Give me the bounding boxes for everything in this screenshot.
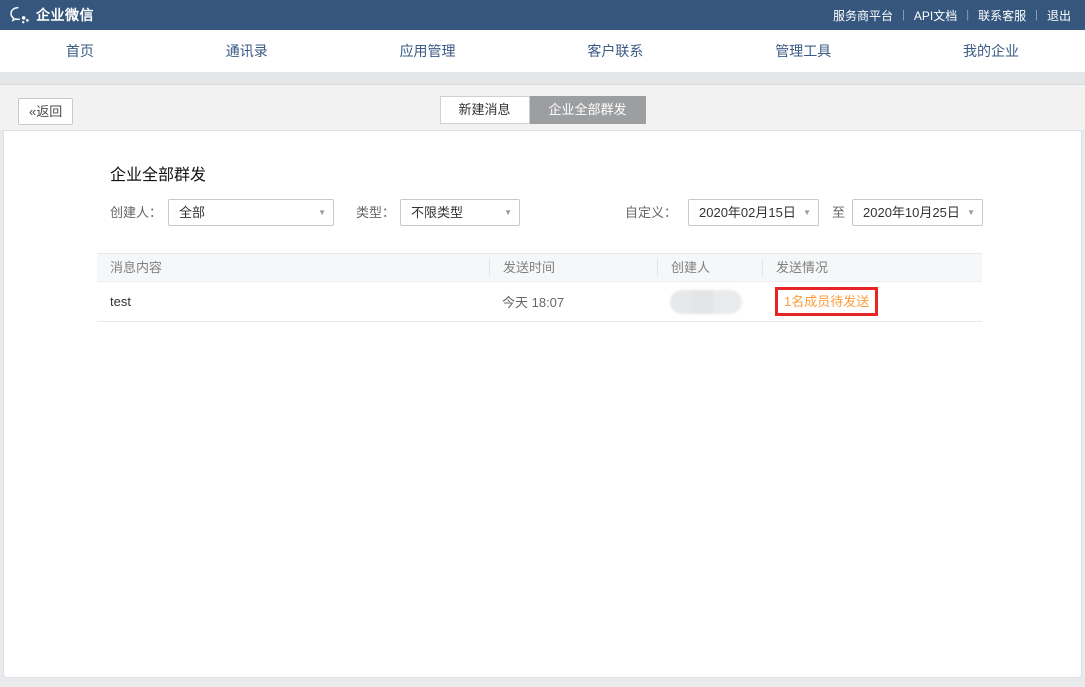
nav-item-app-management[interactable]: 应用管理 xyxy=(400,41,456,61)
main-nav: 首页 通讯录 应用管理 客户联系 管理工具 我的企业 xyxy=(0,30,1085,72)
toolbar: «返回 新建消息 企业全部群发 xyxy=(0,85,1085,130)
date-range-to-label: 至 xyxy=(832,199,845,226)
wechat-work-logo-icon xyxy=(10,6,30,24)
redacted-creator-name xyxy=(670,290,742,314)
send-status-link[interactable]: 1名成员待发送 xyxy=(775,287,878,316)
date-from-select[interactable]: 2020年02月15日 ▼ xyxy=(688,199,819,226)
chevron-down-icon: ▼ xyxy=(967,209,975,217)
custom-range-label: 自定义： xyxy=(625,199,677,226)
table-row: test 今天 18:07 1名成员待发送 xyxy=(97,282,982,322)
creator-filter-label: 创建人： xyxy=(110,199,162,226)
link-contact-support[interactable]: 联系客服 xyxy=(978,7,1026,24)
nav-item-contacts[interactable]: 通讯录 xyxy=(226,41,268,61)
divider: | xyxy=(966,9,969,21)
chevron-down-icon: ▼ xyxy=(803,209,811,217)
broadcast-table: 消息内容 发送时间 创建人 发送情况 test 今天 18:07 1名成员待发送 xyxy=(97,253,982,322)
content-panel: 企业全部群发 创建人： 全部 ▼ 类型： 不限类型 ▼ 自定义： 2020年02… xyxy=(3,130,1082,678)
nav-item-customer-relations[interactable]: 客户联系 xyxy=(587,41,643,61)
header-creator: 创建人 xyxy=(657,259,762,276)
creator-filter-value: 全部 xyxy=(179,200,205,225)
nav-divider-strip xyxy=(0,72,1085,85)
nav-item-home[interactable]: 首页 xyxy=(66,41,94,61)
cell-message-content: test xyxy=(97,294,489,309)
topbar-links: 服务商平台 | API文档 | 联系客服 | 退出 xyxy=(833,7,1071,24)
cell-send-time: 今天 18:07 xyxy=(489,292,657,311)
header-message-content: 消息内容 xyxy=(97,259,489,276)
nav-item-my-company[interactable]: 我的企业 xyxy=(963,41,1019,61)
message-type-tabs: 新建消息 企业全部群发 xyxy=(439,96,645,124)
type-filter-select[interactable]: 不限类型 ▼ xyxy=(400,199,520,226)
app-title: 企业微信 xyxy=(36,5,94,25)
header-send-time: 发送时间 xyxy=(489,259,657,276)
date-to-value: 2020年10月25日 xyxy=(863,200,960,225)
cell-send-status: 1名成员待发送 xyxy=(762,287,982,316)
link-api-docs[interactable]: API文档 xyxy=(914,7,957,24)
link-logout[interactable]: 退出 xyxy=(1047,7,1071,24)
nav-item-management-tools[interactable]: 管理工具 xyxy=(775,41,831,61)
chevron-down-icon: ▼ xyxy=(318,209,326,217)
top-bar: 企业微信 服务商平台 | API文档 | 联系客服 | 退出 xyxy=(0,0,1085,30)
tab-new-message[interactable]: 新建消息 xyxy=(439,96,529,124)
header-send-status: 发送情况 xyxy=(762,259,982,276)
date-from-value: 2020年02月15日 xyxy=(699,200,796,225)
type-filter-value: 不限类型 xyxy=(411,200,463,225)
date-to-select[interactable]: 2020年10月25日 ▼ xyxy=(852,199,983,226)
creator-filter-select[interactable]: 全部 ▼ xyxy=(168,199,334,226)
type-filter-label: 类型： xyxy=(356,199,395,226)
page-title: 企业全部群发 xyxy=(110,161,206,185)
back-button[interactable]: «返回 xyxy=(18,98,73,125)
divider: | xyxy=(1035,9,1038,21)
table-header-row: 消息内容 发送时间 创建人 发送情况 xyxy=(97,253,982,282)
divider: | xyxy=(902,9,905,21)
filter-row: 创建人： 全部 ▼ 类型： 不限类型 ▼ 自定义： 2020年02月15日 ▼ … xyxy=(4,199,1081,227)
tab-company-wide-broadcast[interactable]: 企业全部群发 xyxy=(530,96,646,124)
cell-creator xyxy=(657,290,762,314)
chevron-down-icon: ▼ xyxy=(504,209,512,217)
link-service-provider[interactable]: 服务商平台 xyxy=(833,7,893,24)
brand: 企业微信 xyxy=(10,5,94,25)
